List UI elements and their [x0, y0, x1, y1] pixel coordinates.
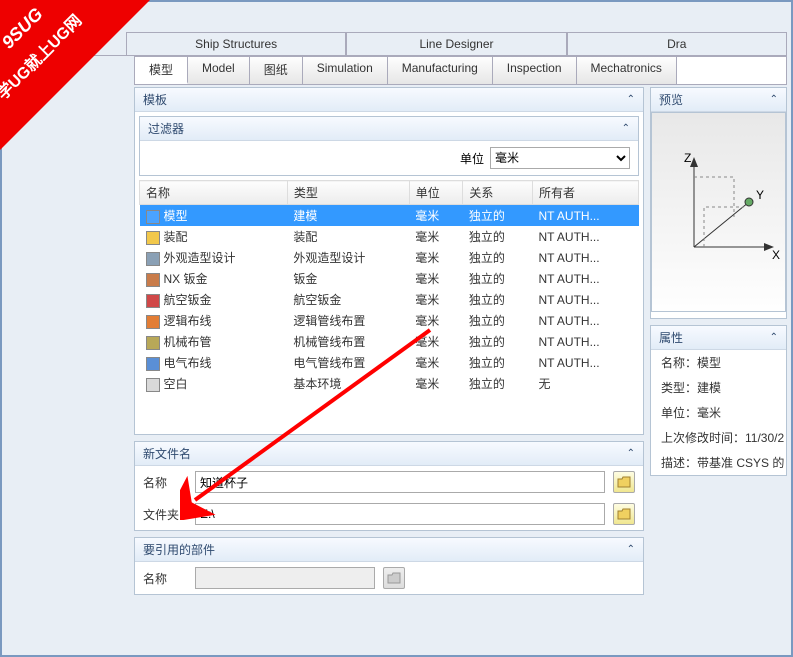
sub-tab-model[interactable]: Model: [188, 57, 250, 84]
ref-part-title: 要引用的部件: [143, 541, 215, 558]
ref-name-input: [195, 567, 375, 589]
template-icon: [146, 357, 160, 371]
collapse-icon[interactable]: ⌃: [770, 94, 778, 105]
browse-folder-button[interactable]: [613, 503, 635, 525]
table-header[interactable]: 所有者: [532, 181, 638, 205]
sub-tab-模型[interactable]: 模型: [135, 57, 188, 84]
sub-tab-manufacturing[interactable]: Manufacturing: [388, 57, 493, 84]
template-icon: [146, 315, 160, 329]
table-row[interactable]: 外观造型设计外观造型设计毫米独立的NT AUTH...: [140, 247, 639, 268]
svg-text:X: X: [772, 248, 780, 262]
table-header[interactable]: 类型: [287, 181, 409, 205]
collapse-icon[interactable]: ⌃: [622, 123, 630, 134]
table-header[interactable]: 关系: [463, 181, 533, 205]
preview-title: 预览: [659, 91, 683, 108]
preview-panel: 预览 ⌃ Z X Y: [650, 87, 787, 319]
template-table: 名称类型单位关系所有者 模型建模毫米独立的NT AUTH...装配装配毫米独立的…: [139, 180, 639, 394]
sub-tab-图纸[interactable]: 图纸: [250, 57, 303, 84]
template-panel: 模板 ⌃ 过滤器 ⌃ 单位 毫米: [134, 87, 644, 435]
preview-canvas: Z X Y: [651, 112, 786, 312]
new-file-panel: 新文件名 ⌃ 名称 文件夹: [134, 441, 644, 531]
csys-icon: Z X Y: [654, 147, 784, 277]
browse-name-button[interactable]: [613, 471, 635, 493]
top-tab-bar: Ship Structures Line Designer Dra: [6, 32, 787, 56]
sub-tab-simulation[interactable]: Simulation: [303, 57, 388, 84]
top-tab-ship-structures[interactable]: Ship Structures: [126, 32, 346, 55]
ref-part-panel: 要引用的部件 ⌃ 名称: [134, 537, 644, 595]
folder-input[interactable]: [195, 503, 605, 525]
template-icon: [146, 252, 160, 266]
template-icon: [146, 378, 160, 392]
top-tab-drafting[interactable]: Dra: [567, 32, 787, 55]
top-tab-line-designer[interactable]: Line Designer: [346, 32, 566, 55]
table-header[interactable]: 单位: [409, 181, 463, 205]
properties-title: 属性: [659, 329, 683, 346]
template-icon: [146, 231, 160, 245]
template-icon: [146, 273, 160, 287]
svg-text:Z: Z: [684, 151, 691, 165]
name-label: 名称: [143, 474, 187, 491]
table-row[interactable]: NX 钣金钣金毫米独立的NT AUTH...: [140, 268, 639, 289]
template-icon: [146, 210, 160, 224]
folder-icon: [387, 572, 401, 584]
property-line: 单位：毫米: [651, 400, 786, 425]
folder-icon: [617, 476, 631, 488]
property-line: 上次修改时间：11/30/2: [651, 425, 786, 450]
collapse-icon[interactable]: ⌃: [627, 448, 635, 459]
collapse-icon[interactable]: ⌃: [627, 544, 635, 555]
table-header[interactable]: 名称: [140, 181, 288, 205]
template-icon: [146, 336, 160, 350]
property-line: 类型：建模: [651, 375, 786, 400]
table-row[interactable]: 逻辑布线逻辑管线布置毫米独立的NT AUTH...: [140, 310, 639, 331]
template-panel-title: 模板: [143, 91, 167, 108]
table-row[interactable]: 机械布管机械管线布置毫米独立的NT AUTH...: [140, 331, 639, 352]
svg-text:Y: Y: [756, 188, 764, 202]
folder-label: 文件夹: [143, 506, 187, 523]
sub-tab-inspection[interactable]: Inspection: [493, 57, 577, 84]
table-row[interactable]: 空白基本环境毫米独立的无: [140, 373, 639, 394]
properties-panel: 属性 ⌃ 名称：模型类型：建模单位：毫米上次修改时间：11/30/2描述：带基准…: [650, 325, 787, 476]
folder-icon: [617, 508, 631, 520]
new-file-title: 新文件名: [143, 445, 191, 462]
collapse-icon[interactable]: ⌃: [627, 94, 635, 105]
table-row[interactable]: 航空钣金航空钣金毫米独立的NT AUTH...: [140, 289, 639, 310]
table-row[interactable]: 模型建模毫米独立的NT AUTH...: [140, 205, 639, 227]
collapse-icon[interactable]: ⌃: [770, 332, 778, 343]
table-row[interactable]: 电气布线电气管线布置毫米独立的NT AUTH...: [140, 352, 639, 373]
browse-ref-button[interactable]: [383, 567, 405, 589]
unit-select[interactable]: 毫米: [490, 147, 630, 169]
name-input[interactable]: [195, 471, 605, 493]
property-line: 名称：模型: [651, 350, 786, 375]
property-line: 描述：带基准 CSYS 的 N: [651, 450, 786, 475]
sub-tab-bar: 模型Model图纸SimulationManufacturingInspecti…: [134, 56, 787, 85]
table-row[interactable]: 装配装配毫米独立的NT AUTH...: [140, 226, 639, 247]
ref-name-label: 名称: [143, 570, 187, 587]
sub-tab-mechatronics[interactable]: Mechatronics: [577, 57, 677, 84]
filter-panel-title: 过滤器: [148, 120, 184, 137]
unit-label: 单位: [460, 150, 484, 167]
template-icon: [146, 294, 160, 308]
